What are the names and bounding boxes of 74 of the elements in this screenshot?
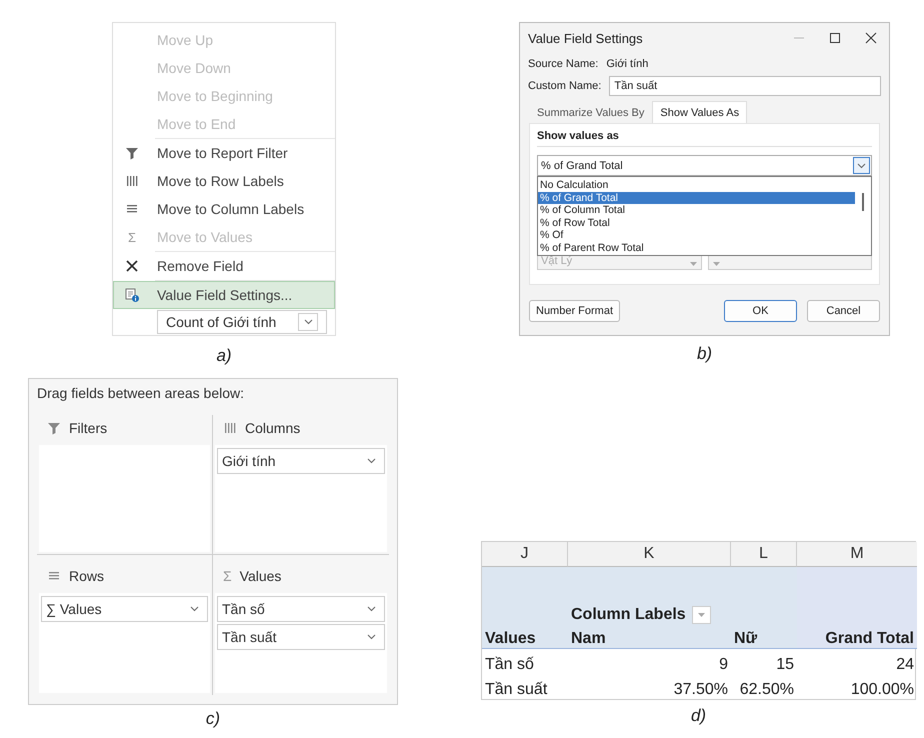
list-option[interactable]: % of Row Total [538,216,855,229]
dialog-button[interactable]: Number Format [529,300,620,322]
chevron-icon [857,162,866,168]
list-option[interactable]: % Of [538,229,855,242]
area-title: Rows [69,568,104,584]
menu-item[interactable]: Move to Column Labels [113,195,335,223]
table-cell: 15 [776,656,794,674]
column-header[interactable]: M [797,542,917,567]
menu-item[interactable]: Move to Report Filter [113,139,335,167]
table-cell: 100.00% [850,681,914,699]
columns-icon [125,174,139,188]
field-button[interactable]: Tần số [217,596,385,622]
input-field[interactable]: Tần suất [609,76,881,96]
column-header[interactable]: J [482,542,568,567]
field-label: Custom Name: [528,80,602,92]
panel-header: Drag fields between areas below: [37,385,246,401]
sigma-icon: Σ [223,568,232,584]
group-label: Show values as [537,130,872,147]
area-title: Filters [69,420,108,436]
table-cell: Tần suất [485,681,548,699]
menu-item[interactable]: Move to Row Labels [113,167,335,195]
menu-item[interactable]: Value Field Settings... [113,281,335,309]
list-option[interactable]: No Calculation [538,179,855,192]
chevron-icon [367,606,376,612]
column-labels-header: Column Labels [571,606,686,624]
field-button[interactable]: Giới tính [217,448,385,474]
sigma-icon: Σ [128,230,136,244]
list-option[interactable]: % of Grand Total [538,192,855,204]
dropdown-arrow-icon [712,261,720,267]
table-header: Nữ [734,630,758,648]
dropdown-arrow-icon [688,261,698,267]
list-option[interactable]: % of Column Total [538,204,855,216]
scrollbar-thumb[interactable] [862,193,864,211]
tab[interactable]: Summarize Values By [529,101,652,123]
figure-caption: b) [696,344,712,364]
filter-button[interactable] [692,606,711,624]
table-cell: 37.50% [674,681,728,699]
chevron-icon [367,634,376,640]
filter-icon [125,146,139,160]
close-icon [125,259,139,273]
table-header: Values [485,630,536,648]
field-value: Giới tính [606,58,648,70]
menu-item[interactable]: Remove Field [113,252,335,280]
tab[interactable]: Show Values As [652,101,748,123]
window-title: Value Field Settings [528,30,644,46]
area-title: Values [240,568,282,584]
table-header: Grand Total [825,630,914,648]
column-header[interactable]: L [731,542,797,567]
figure-caption: c) [206,709,220,729]
dropdown-arrow-icon [696,612,706,618]
dropdown-field[interactable]: % of Grand Total [537,155,872,176]
field-button[interactable]: Tần suất [217,624,385,650]
table-cell: 62.50% [740,681,794,699]
chevron-icon [367,458,376,464]
figure-caption: a) [216,346,232,366]
dialog-button[interactable]: OK [724,300,797,322]
table-cell: Tần số [485,656,534,674]
table-cell: 9 [719,656,728,674]
settings-icon [125,288,139,302]
field-button[interactable]: ∑ Values [41,596,208,622]
close-icon[interactable] [865,32,877,44]
figure-caption: d) [690,706,706,726]
maximize-icon[interactable] [829,32,841,44]
table-header: Nam [571,630,606,648]
columns-icon [223,421,237,435]
field-button[interactable]: Count of Giới tính [157,310,327,334]
column-header[interactable]: K [568,542,731,567]
dialog-button[interactable]: Cancel [807,300,880,322]
chevron-icon [304,319,312,325]
area-title: Columns [245,420,300,436]
filter-icon [47,421,61,435]
table-cell: 24 [896,656,914,674]
chevron-icon [190,606,199,612]
field-label: Source Name: [528,58,598,70]
